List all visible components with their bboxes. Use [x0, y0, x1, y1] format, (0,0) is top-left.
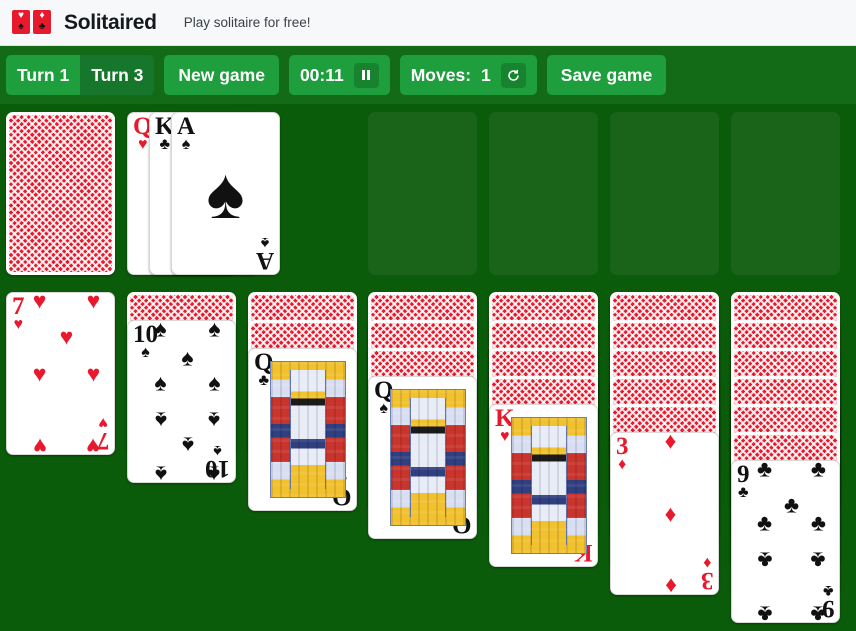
card-suit-icon: ♥: [499, 428, 510, 445]
tableau-column-4-faceup-card[interactable]: Q♠Q♠: [368, 376, 477, 539]
turn-3-button[interactable]: Turn 3: [80, 55, 155, 95]
card-pip-layout: ♣ ♣ ♣ ♣ ♣ ♣ ♣ ♣ ♣: [756, 461, 827, 622]
card-pip: ♣: [810, 547, 827, 574]
card-pip: ♠: [154, 320, 167, 342]
foundation-diamonds[interactable]: [731, 112, 840, 275]
save-game-button[interactable]: Save game: [546, 55, 667, 95]
tableau-column-3-faceup-card[interactable]: Q♣Q♣: [248, 348, 357, 511]
game-toolbar: Turn 1 Turn 3 New game 00:11 Moves: 1 Sa…: [0, 46, 856, 104]
card-pip-layout: ♦ ♦ ♦: [635, 433, 706, 594]
site-header: ♥ ♠ ♦ ♣ Solitaired Play solitaire for fr…: [0, 0, 856, 46]
foundation-hearts[interactable]: [489, 112, 598, 275]
logo-card-right: ♦ ♣: [32, 8, 52, 35]
brand-name[interactable]: Solitaired: [64, 11, 157, 35]
card-pip: ♠: [208, 407, 221, 434]
solitaired-logo-icon[interactable]: ♥ ♠ ♦ ♣: [11, 8, 55, 37]
tableau-column-7-faceup-card[interactable]: 9 ♣ 9 ♣ ♣ ♣ ♣ ♣ ♣ ♣ ♣ ♣ ♣: [731, 460, 840, 623]
pause-icon: [362, 70, 371, 80]
court-card-artwork: [511, 417, 587, 554]
undo-restart-icon: [508, 69, 519, 81]
turn-mode-group: Turn 1 Turn 3: [6, 55, 155, 95]
card-corner-tl: 7 ♥: [12, 293, 25, 333]
card-suit-icon: ♠: [379, 400, 388, 417]
moves-group: Moves: 1: [399, 55, 537, 95]
card-center-pip: ♠: [206, 153, 245, 234]
court-card-artwork: [270, 361, 346, 498]
tagline: Play solitaire for free!: [183, 15, 311, 30]
turn-1-button[interactable]: Turn 1: [6, 55, 81, 95]
moves-label: Moves:: [410, 64, 472, 85]
card-pip: ♠: [181, 344, 194, 371]
card-pip: ♣: [810, 601, 827, 623]
restart-button[interactable]: [500, 62, 526, 88]
tableau-column-2-faceup-card[interactable]: 10 ♠ 10 ♠ ♠ ♠ ♠ ♠ ♠ ♠ ♠ ♠ ♠ ♠: [127, 320, 236, 483]
card-pip: ♠: [208, 320, 221, 342]
card-suit-icon: ♦: [618, 456, 627, 473]
card-pip: ♥: [32, 433, 47, 455]
card-pip: ♠: [208, 369, 221, 396]
card-pip: ♠: [181, 432, 194, 459]
heart-icon: ♥: [18, 9, 24, 21]
card-suit-icon: ♣: [159, 136, 170, 153]
card-pip: ♦: [664, 500, 677, 526]
timer-group: 00:11: [288, 55, 390, 95]
card-pip: ♥: [86, 292, 101, 314]
spade-icon: ♠: [18, 21, 24, 33]
card-pip: ♣: [810, 460, 827, 482]
card-pip: ♠: [208, 461, 221, 483]
diamond-icon: ♦: [39, 9, 45, 21]
card-rank: 7: [12, 293, 25, 320]
stock-pile-card[interactable]: [6, 112, 115, 275]
tableau-column-1-faceup-card[interactable]: 7 ♥ 7 ♥ ♥ ♥ ♥ ♥ ♥ ♥ ♥: [6, 292, 115, 455]
card-suit-icon: ♥: [13, 316, 24, 333]
club-icon: ♣: [38, 21, 46, 33]
card-pip: ♣: [756, 509, 773, 536]
card-pip: ♣: [756, 460, 773, 482]
card-pip: ♣: [756, 601, 773, 623]
card-pip: ♦: [664, 432, 677, 454]
foundation-spades[interactable]: [368, 112, 477, 275]
card-pip: ♥: [32, 292, 47, 314]
card-pip: ♠: [154, 461, 167, 483]
card-rank: 9: [737, 461, 750, 488]
card-pip-layout: ♥ ♥ ♥ ♥ ♥ ♥ ♥: [31, 293, 102, 454]
card-rank: 3: [616, 433, 629, 460]
card-pip: ♠: [154, 369, 167, 396]
timer-value: 00:11: [299, 64, 344, 85]
card-pip: ♥: [86, 360, 101, 386]
card-pip: ♣: [783, 491, 800, 518]
tableau-column-5-faceup-card[interactable]: K♥K♥: [489, 404, 598, 567]
card-suit-icon: ♣: [738, 484, 749, 501]
foundation-clubs[interactable]: [610, 112, 719, 275]
game-board: Q♥Q♥K♣K♣A♠A♠♠7♥7♥♥♥♥♥♥♥♥10♠10♠♠♠♠♠♠♠♠♠♠♠…: [0, 104, 856, 631]
card-suit-icon: ♠: [141, 344, 150, 361]
logo-card-left: ♥ ♠: [11, 8, 31, 35]
moves-count: 1: [481, 64, 491, 85]
court-card-artwork: [390, 389, 466, 526]
card-pip: ♣: [810, 509, 827, 536]
card-pip: ♦: [664, 573, 677, 595]
new-game-button[interactable]: New game: [164, 55, 279, 95]
card-pip: ♥: [86, 433, 101, 455]
pause-button[interactable]: [353, 62, 379, 88]
card-suit-icon: ♣: [258, 372, 269, 389]
card-corner-tl: 9 ♣: [737, 461, 750, 501]
card-corner-tl: 3 ♦: [616, 433, 629, 473]
card-suit-icon: ♥: [137, 136, 148, 153]
card-pip: ♥: [32, 360, 47, 386]
tableau-column-6-faceup-card[interactable]: 3 ♦ 3 ♦ ♦ ♦ ♦: [610, 432, 719, 595]
card-pip: ♥: [59, 323, 74, 350]
card-pip-layout: ♠ ♠ ♠ ♠ ♠ ♠ ♠ ♠ ♠ ♠: [152, 321, 223, 482]
waste-card-3[interactable]: A ♠ A ♠ ♠: [171, 112, 280, 275]
card-pip: ♠: [154, 407, 167, 434]
card-pip: ♣: [756, 547, 773, 574]
